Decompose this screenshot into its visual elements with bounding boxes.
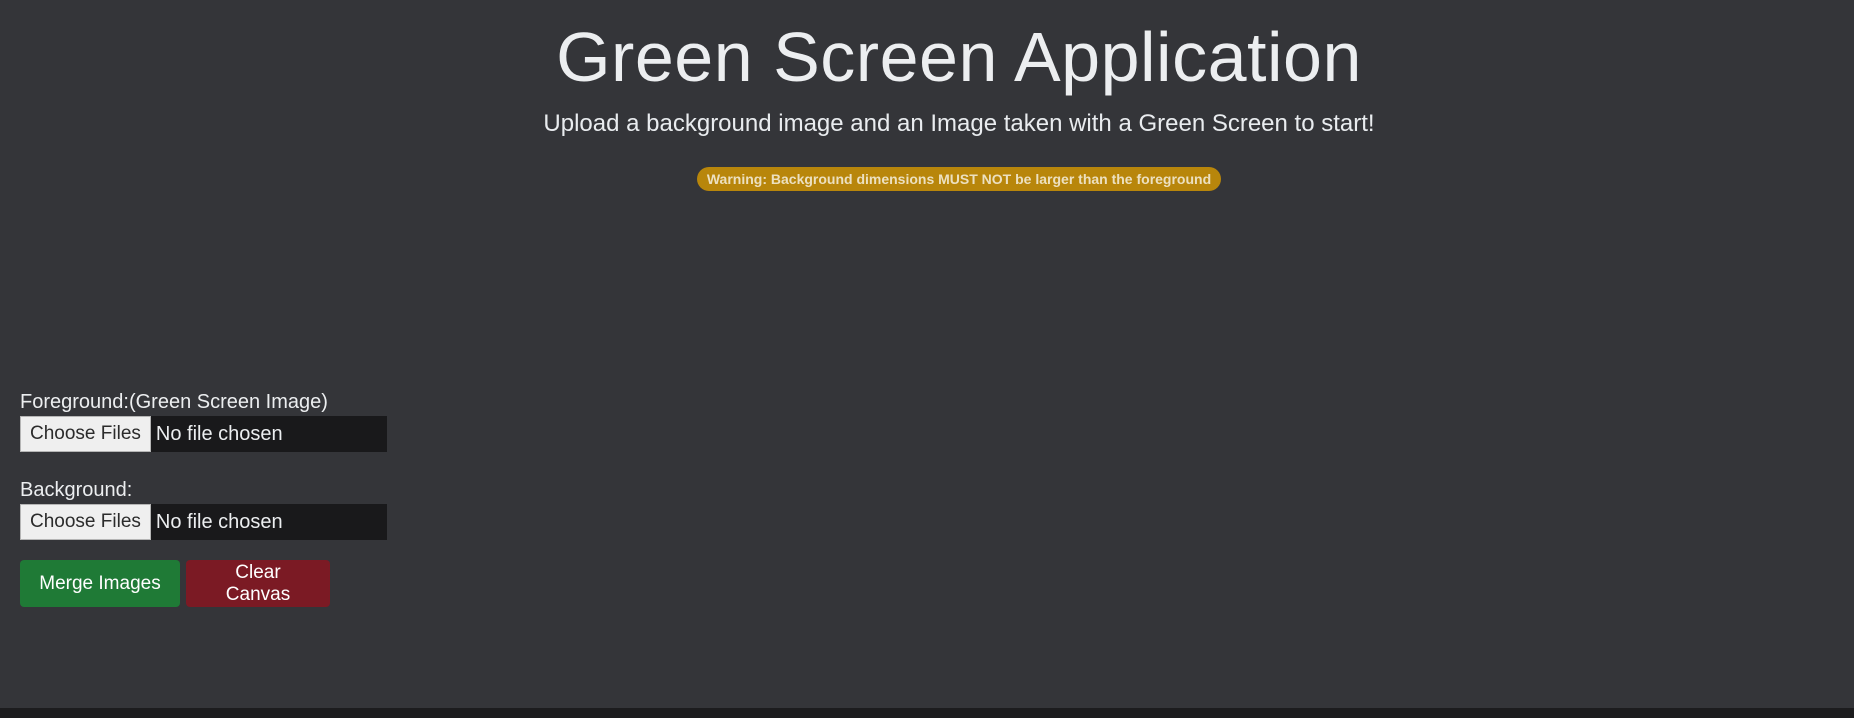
background-file-status: No file chosen <box>155 511 283 533</box>
clear-canvas-button[interactable]: Clear Canvas <box>186 560 330 607</box>
warning-badge: Warning: Background dimensions MUST NOT … <box>696 167 1222 191</box>
bottom-bar <box>0 708 1854 718</box>
merge-images-button[interactable]: Merge Images <box>20 560 180 607</box>
foreground-file-input[interactable]: Choose Files No file chosen <box>20 416 387 452</box>
foreground-choose-files-button[interactable]: Choose Files <box>20 416 151 452</box>
background-label: Background: <box>20 479 133 501</box>
background-file-input[interactable]: Choose Files No file chosen <box>20 504 387 540</box>
warning-container: Warning: Background dimensions MUST NOT … <box>0 167 1854 191</box>
page-subtitle: Upload a background image and an Image t… <box>543 110 1375 137</box>
action-buttons: Merge Images Clear Canvas <box>20 560 387 607</box>
background-choose-files-button[interactable]: Choose Files <box>20 504 151 540</box>
foreground-label: Foreground:(Green Screen Image) <box>20 391 328 413</box>
upload-form: Foreground:(Green Screen Image) Choose F… <box>20 390 387 607</box>
page-title: Green Screen Application <box>556 18 1362 96</box>
foreground-file-status: No file chosen <box>155 423 283 445</box>
